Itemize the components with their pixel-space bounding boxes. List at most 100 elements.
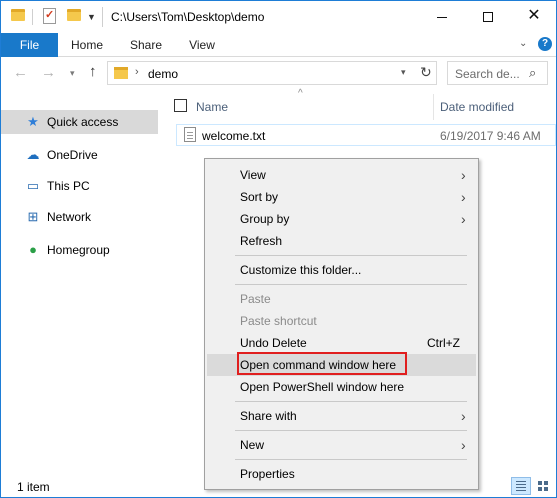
help-icon[interactable]: ? <box>538 37 552 51</box>
menu-item-group-by[interactable]: Group by › <box>207 208 476 230</box>
column-header-date-modified[interactable]: Date modified <box>440 100 514 114</box>
expand-ribbon-icon[interactable]: ⌄ <box>519 38 527 49</box>
navigation-bar: ← → ▾ ↑ › demo ▾ ↻ Search de... ⌕ <box>1 58 556 90</box>
menu-separator <box>235 459 467 460</box>
menu-separator <box>235 401 467 402</box>
submenu-arrow-icon: › <box>461 211 466 227</box>
toolbar-divider <box>32 9 33 25</box>
menu-item-label: Paste shortcut <box>240 314 317 328</box>
tab-file[interactable]: File <box>1 33 58 57</box>
menu-item-label: Refresh <box>240 234 283 248</box>
star-icon: ★ <box>27 114 39 129</box>
menu-item-label: Open command window here <box>240 358 397 372</box>
context-menu: View › Sort by › Group by › Refresh Cust… <box>204 158 479 490</box>
minimize-button[interactable] <box>419 1 465 31</box>
sidebar-item-homegroup[interactable]: ● Homegroup <box>1 238 158 262</box>
back-arrow-icon[interactable]: ← <box>13 64 28 81</box>
sidebar-item-label: OneDrive <box>47 148 98 162</box>
close-button[interactable]: ✕ <box>511 1 557 31</box>
homegroup-icon: ● <box>29 242 37 257</box>
menu-separator <box>235 255 467 256</box>
menu-item-label: View <box>240 168 266 182</box>
folder-icon <box>11 9 25 21</box>
menu-item-label: Paste <box>240 292 271 306</box>
ribbon-tabs: File Home Share View ⌄ ? <box>1 33 556 57</box>
column-divider[interactable] <box>433 94 434 120</box>
computer-icon: ▭ <box>26 178 40 193</box>
search-input[interactable]: Search de... ⌕ <box>447 61 548 85</box>
address-dropdown-icon[interactable]: ▾ <box>401 67 406 78</box>
menu-item-label: Open PowerShell window here <box>240 380 405 394</box>
chevron-right-icon[interactable]: › <box>135 66 139 78</box>
menu-item-label: Sort by <box>240 190 279 204</box>
minimize-icon <box>437 16 447 18</box>
large-icons-view-icon[interactable] <box>534 477 552 495</box>
menu-separator <box>235 284 467 285</box>
menu-item-new[interactable]: New › <box>207 434 476 456</box>
explorer-window: ▼ C:\Users\Tom\Desktop\demo ✕ File Home … <box>0 0 557 498</box>
menu-item-refresh[interactable]: Refresh <box>207 230 476 252</box>
sidebar-item-label: Quick access <box>47 115 119 129</box>
recent-locations-icon[interactable]: ▾ <box>70 68 75 79</box>
menu-item-open-powershell[interactable]: Open PowerShell window here <box>207 376 476 398</box>
sidebar-item-network[interactable]: ⊞ Network <box>1 205 158 229</box>
menu-item-label: Undo Delete <box>240 336 307 350</box>
tab-view[interactable]: View <box>179 33 225 57</box>
customize-quick-access-icon[interactable]: ▼ <box>87 12 96 22</box>
menu-item-sort-by[interactable]: Sort by › <box>207 186 476 208</box>
maximize-button[interactable] <box>465 1 511 31</box>
menu-item-open-command-window[interactable]: Open command window here <box>207 352 476 376</box>
refresh-icon[interactable]: ↻ <box>420 64 432 81</box>
forward-arrow-icon[interactable]: → <box>41 64 56 81</box>
sidebar-item-onedrive[interactable]: ☁ OneDrive <box>1 143 158 167</box>
title-bar: ▼ C:\Users\Tom\Desktop\demo ✕ <box>1 1 556 33</box>
submenu-arrow-icon: › <box>461 437 466 453</box>
item-count: 1 item <box>17 480 50 494</box>
details-view-icon[interactable] <box>511 477 531 495</box>
submenu-arrow-icon: › <box>461 408 466 424</box>
submenu-arrow-icon: › <box>461 167 466 183</box>
maximize-icon <box>483 12 493 23</box>
properties-icon[interactable] <box>43 8 56 24</box>
menu-item-paste: Paste <box>207 288 476 310</box>
network-icon: ⊞ <box>27 209 39 224</box>
file-name: welcome.txt <box>202 129 266 143</box>
file-date-modified: 6/19/2017 9:46 AM <box>440 129 541 143</box>
menu-item-properties[interactable]: Properties <box>207 463 476 485</box>
up-arrow-icon[interactable]: ↑ <box>89 63 97 80</box>
tab-share[interactable]: Share <box>119 33 173 57</box>
sidebar-item-label: Network <box>47 210 92 224</box>
menu-item-label: Properties <box>240 467 295 481</box>
window-title: C:\Users\Tom\Desktop\demo <box>111 10 265 24</box>
menu-item-paste-shortcut: Paste shortcut <box>207 310 476 332</box>
breadcrumb[interactable]: demo <box>148 67 178 81</box>
search-icon[interactable]: ⌕ <box>529 65 536 81</box>
new-folder-icon[interactable] <box>67 9 81 21</box>
sort-ascending-icon: ^ <box>298 88 303 99</box>
menu-item-share-with[interactable]: Share with › <box>207 405 476 427</box>
menu-separator <box>235 430 467 431</box>
tab-home[interactable]: Home <box>61 33 113 57</box>
navigation-pane: ★ Quick access ☁ OneDrive ▭ This PC ⊞ Ne… <box>1 91 159 473</box>
sidebar-item-label: This PC <box>47 179 90 193</box>
title-divider <box>102 7 103 27</box>
sidebar-item-label: Homegroup <box>47 243 110 257</box>
menu-item-customize-folder[interactable]: Customize this folder... <box>207 259 476 281</box>
sidebar-item-quick-access[interactable]: ★ Quick access <box>1 110 158 134</box>
menu-item-label: Group by <box>240 212 290 226</box>
sidebar-item-this-pc[interactable]: ▭ This PC <box>1 174 158 198</box>
menu-item-view[interactable]: View › <box>207 164 476 186</box>
submenu-arrow-icon: › <box>461 189 466 205</box>
address-bar[interactable]: › demo ▾ ↻ <box>107 61 437 85</box>
folder-icon <box>114 67 128 79</box>
select-all-checkbox[interactable] <box>174 99 187 112</box>
file-row[interactable]: welcome.txt 6/19/2017 9:46 AM <box>176 124 556 146</box>
menu-item-shortcut: Ctrl+Z <box>427 336 460 350</box>
menu-item-label: Customize this folder... <box>240 263 362 277</box>
text-file-icon <box>184 127 196 142</box>
menu-item-undo-delete[interactable]: Undo Delete Ctrl+Z <box>207 332 476 354</box>
column-header-name[interactable]: Name <box>196 100 228 114</box>
menu-item-label: Share with <box>240 409 297 423</box>
cloud-icon: ☁ <box>26 147 40 162</box>
menu-item-label: New <box>240 438 265 452</box>
